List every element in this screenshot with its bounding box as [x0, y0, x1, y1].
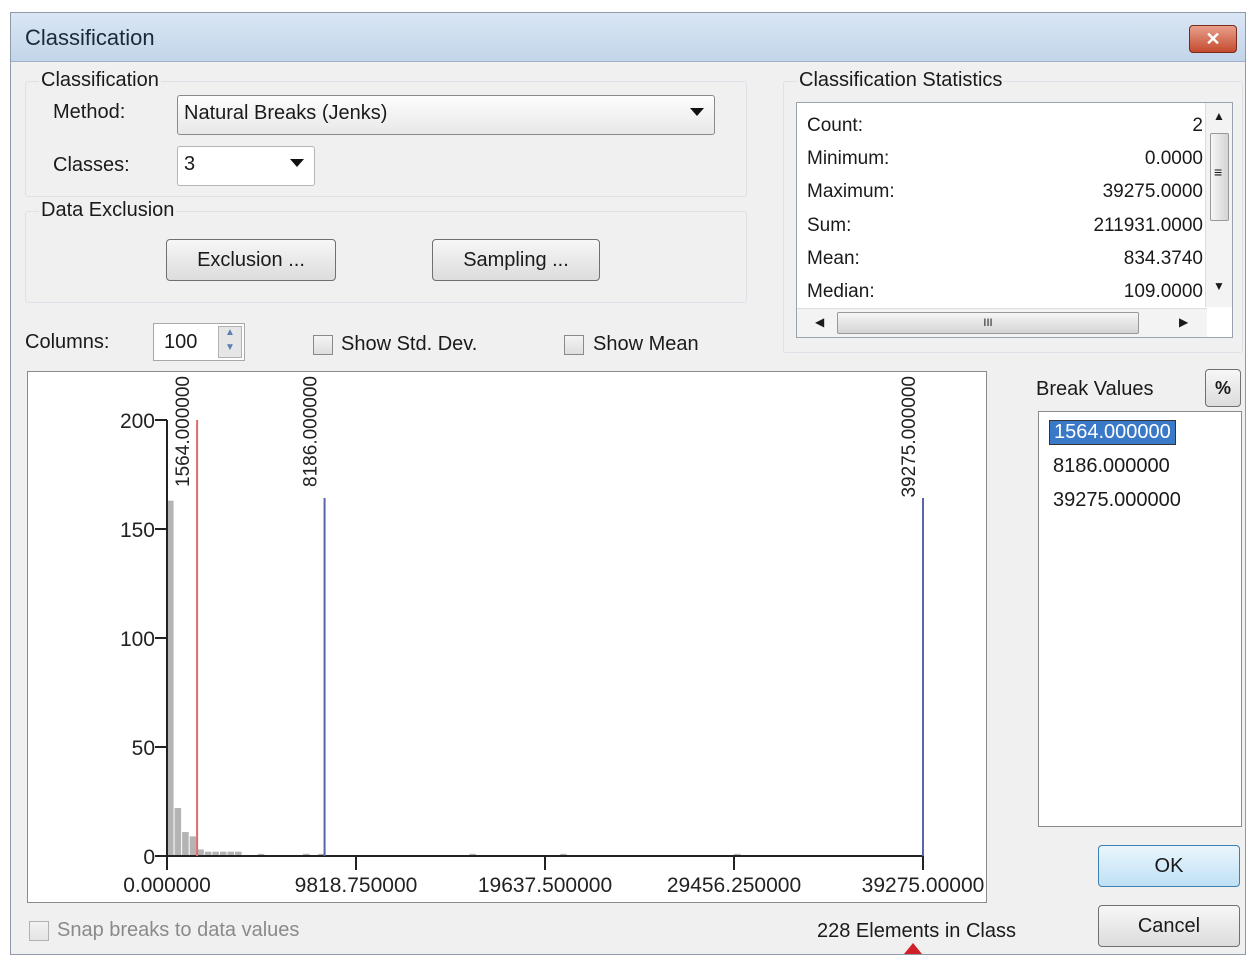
chevron-down-icon — [690, 108, 704, 116]
vertical-scroll-thumb[interactable]: ≡ — [1210, 133, 1229, 221]
y-tick-label: 100 — [120, 628, 155, 651]
break-label: 8186.000000 — [301, 376, 322, 487]
vertical-scrollbar[interactable]: ▲ ≡ ▼ — [1205, 103, 1232, 307]
close-button[interactable]: ✕ — [1189, 25, 1237, 53]
x-tick-label: 19637.500000 — [478, 874, 612, 897]
columns-value: 100 — [164, 331, 198, 353]
scroll-right-icon[interactable]: ▶ — [1179, 315, 1188, 329]
histogram-bar — [182, 832, 189, 856]
break-label: 39275.000000 — [899, 376, 920, 498]
y-tick-label: 150 — [120, 519, 155, 542]
spin-down-icon[interactable]: ▼ — [225, 342, 235, 353]
histogram-bar — [174, 808, 182, 856]
break-value-item-selected[interactable]: 1564.000000 — [1049, 420, 1176, 445]
break-label: 1564.000000 — [173, 376, 194, 487]
break-values-label: Break Values — [1036, 378, 1154, 400]
break-values-list[interactable]: 1564.000000 8186.000000 39275.000000 — [1038, 411, 1242, 827]
show-std-dev-checkbox[interactable] — [313, 335, 333, 355]
chevron-down-icon — [290, 159, 304, 167]
show-std-dev-label: Show Std. Dev. — [341, 333, 478, 355]
scroll-down-icon[interactable]: ▼ — [1213, 279, 1225, 293]
exclusion-button[interactable]: Exclusion ... — [166, 239, 336, 281]
x-tick-label: 9818.750000 — [295, 874, 418, 897]
ok-button[interactable]: OK — [1098, 845, 1240, 887]
method-select[interactable]: Natural Breaks (Jenks) — [177, 95, 715, 135]
classes-select-value: 3 — [184, 153, 196, 175]
y-tick-label: 200 — [120, 410, 155, 433]
elements-in-class-text: 228 Elements in Class — [817, 920, 1016, 942]
close-icon: ✕ — [1205, 29, 1221, 49]
show-mean-label: Show Mean — [593, 333, 699, 355]
sampling-button[interactable]: Sampling ... — [432, 239, 600, 281]
snap-breaks-checkbox[interactable] — [29, 921, 49, 941]
scroll-left-icon[interactable]: ◀ — [815, 315, 824, 329]
histogram-panel[interactable]: 0 50 100 150 200 0.000000 9818.750000 19637.500… — [27, 371, 987, 903]
spin-buttons[interactable]: ▲ ▼ — [218, 326, 242, 358]
y-tick-label: 50 — [132, 737, 155, 760]
statistics-list[interactable]: Count: 2 Minimum: 0.0000 Maximum: 39275.000… — [796, 102, 1233, 338]
break-value-item[interactable]: 39275.000000 — [1053, 489, 1181, 512]
statistics-group-label: Classification Statistics — [797, 69, 1005, 92]
histogram-chart[interactable]: 0 50 100 150 200 0.000000 9818.750000 19637.500… — [28, 372, 986, 902]
method-label: Method: — [53, 101, 126, 123]
y-tick-label: 0 — [143, 846, 155, 869]
scroll-up-icon[interactable]: ▲ — [1213, 109, 1225, 123]
x-tick-label: 29456.250000 — [667, 874, 801, 897]
window-title: Classification — [25, 25, 155, 50]
classes-label: Classes: — [53, 154, 130, 176]
snap-breaks-label: Snap breaks to data values — [57, 919, 300, 941]
data-exclusion-group-label: Data Exclusion — [39, 199, 177, 222]
x-tick-label: 0.000000 — [123, 874, 211, 897]
show-mean-checkbox[interactable] — [564, 335, 584, 355]
percent-button[interactable]: % — [1205, 369, 1241, 407]
data-exclusion-group — [25, 211, 747, 303]
classification-dialog: Classification ✕ Classification Method: … — [10, 12, 1246, 955]
title-bar: Classification ✕ — [11, 13, 1245, 62]
cancel-button[interactable]: Cancel — [1098, 905, 1240, 947]
class-pointer-icon — [904, 943, 922, 954]
horizontal-scroll-thumb[interactable]: III — [837, 312, 1139, 334]
classification-group-label: Classification — [39, 69, 161, 92]
x-tick-label: 39275.00000 — [862, 874, 985, 897]
histogram-bar — [189, 836, 197, 856]
spin-up-icon[interactable]: ▲ — [225, 327, 235, 338]
columns-stepper[interactable]: 100 ▲ ▼ — [153, 323, 245, 361]
horizontal-scrollbar[interactable]: ◀ III ▶ — [797, 308, 1207, 337]
classes-select[interactable]: 3 — [177, 146, 315, 186]
method-select-value: Natural Breaks (Jenks) — [184, 102, 388, 124]
break-value-item[interactable]: 8186.000000 — [1053, 455, 1170, 478]
columns-label: Columns: — [25, 331, 110, 353]
